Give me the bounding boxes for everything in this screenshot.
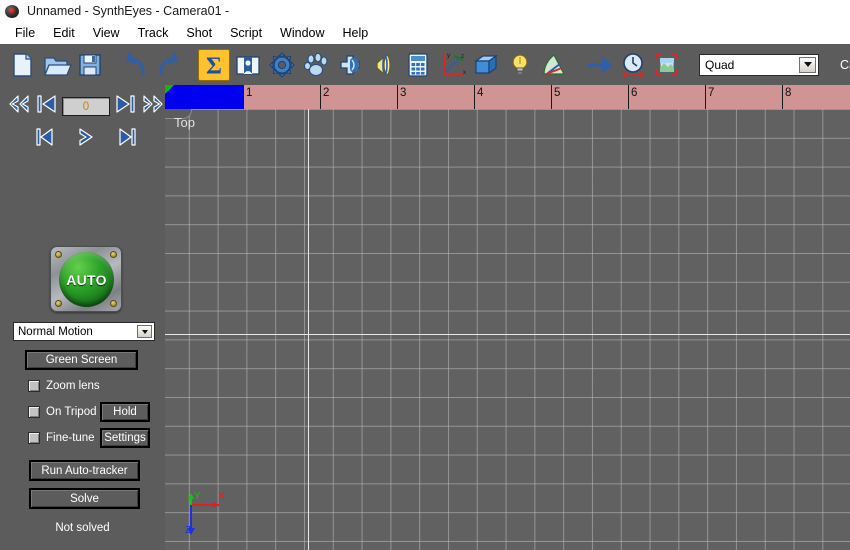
title-bar: Unnamed - SynthEyes - Camera01 - [0,0,850,22]
move-arrow-icon[interactable] [583,49,615,81]
jump-to-start-button[interactable] [6,93,32,120]
previous-keyframe-button[interactable] [35,93,59,120]
menu-item-edit[interactable]: Edit [44,24,84,42]
svg-text:Y: Y [194,491,201,502]
zoom-lens-label: Zoom lens [46,380,100,392]
timeline-tick-label: 3 [400,87,407,99]
hold-button[interactable]: Hold [100,402,150,422]
menu-item-window[interactable]: Window [271,24,333,42]
screw-icon [55,251,62,258]
menu-bar: File Edit View Track Shot Script Window … [0,22,850,44]
checkbox-box[interactable] [28,432,40,444]
frame-number-input[interactable]: 0 [62,97,110,116]
lens-distortion-icon[interactable] [368,49,400,81]
gear-settings-icon[interactable] [266,49,298,81]
svg-text:x: x [463,70,466,76]
checkbox-box[interactable] [28,380,40,392]
chevron-down-icon[interactable] [799,56,816,73]
menu-item-script[interactable]: Script [221,24,271,42]
feature-window-icon[interactable] [232,49,264,81]
menu-item-file[interactable]: File [6,24,44,42]
viewport-top[interactable]: Top X Y Z [165,109,850,550]
timeline-tick-label: 7 [708,87,715,99]
window-title: Unnamed - SynthEyes - Camera01 - [27,4,230,18]
chevron-down-icon[interactable] [137,325,152,338]
timeline-tick-label: 6 [631,87,638,99]
summary-sigma-icon[interactable]: Σ [198,48,230,81]
layout-select-value: Quad [705,57,735,72]
svg-text:Z: Z [185,525,191,536]
motion-select[interactable]: Normal Motion [13,322,155,341]
timeline-ruler[interactable]: 1 2 3 4 5 6 7 8 [165,85,850,109]
previous-frame-button[interactable] [34,126,58,153]
camera-lens-icon [5,4,20,19]
next-keyframe-button[interactable] [113,93,137,120]
camera-label: Camera01 [840,57,850,72]
layout-select[interactable]: Quad [699,53,819,76]
save-file-icon[interactable] [74,49,106,81]
timeline-selection-range[interactable] [165,85,243,109]
axis-gizmo: X Y Z [175,483,231,544]
timing-clock-icon[interactable] [617,49,649,81]
transport-controls-row-1: 0 [0,93,165,120]
motion-select-value: Normal Motion [18,325,93,338]
fine-tune-label: Fine-tune [46,432,95,444]
solve-status-text: Not solved [55,522,110,534]
run-autotracker-button[interactable]: Run Auto-tracker [29,460,140,481]
main-toolbar: Σ y z x Quad C [0,44,850,85]
timeline-tick-label: 1 [246,87,253,99]
menu-item-view[interactable]: View [84,24,129,42]
settings-button[interactable]: Settings [100,428,150,448]
viewport-axis-horizontal [165,334,850,335]
zoom-lens-checkbox[interactable]: Zoom lens [22,380,100,392]
svg-text:y: y [447,53,450,59]
timeline-tick-label: 5 [554,87,561,99]
auto-button-label: AUTO [66,271,107,288]
viewport-grid [165,109,850,550]
perspective-window-icon[interactable] [334,49,366,81]
frame-number-value: 0 [82,100,90,113]
on-tripod-label: On Tripod [46,406,97,418]
screw-icon [55,300,62,307]
on-tripod-checkbox[interactable]: On Tripod [22,406,97,418]
svg-text:z: z [461,54,464,60]
undo-icon[interactable] [119,49,151,81]
menu-item-track[interactable]: Track [129,24,178,42]
new-file-icon[interactable] [6,49,38,81]
3d-cube-icon[interactable] [470,49,502,81]
timeline-tick-label: 4 [477,87,484,99]
fine-tune-checkbox[interactable]: Fine-tune [22,432,95,444]
auto-button[interactable]: AUTO [50,246,122,312]
next-frame-button[interactable] [114,126,138,153]
transport-controls-row-2 [0,126,165,153]
spreadsheet-icon[interactable] [402,49,434,81]
checkbox-box[interactable] [28,406,40,418]
timeline-tick-label: 8 [785,87,792,99]
tracker-paws-icon[interactable] [300,49,332,81]
lighting-icon[interactable] [504,49,536,81]
menu-item-help[interactable]: Help [334,24,378,42]
image-prep-icon[interactable] [538,49,570,81]
auto-button-knob[interactable]: AUTO [59,252,114,307]
syntheyes-window: Unnamed - SynthEyes - Camera01 - File Ed… [0,0,850,550]
timeline-tick-label: 2 [323,87,330,99]
redo-icon[interactable] [153,49,185,81]
green-screen-button[interactable]: Green Screen [25,350,138,370]
viewport-label: Top [174,115,195,130]
open-file-icon[interactable] [40,49,72,81]
play-button[interactable] [74,126,98,153]
left-control-panel: 0 AUTO Normal Motion Green Screen Zoom l… [0,85,165,550]
jump-to-end-button[interactable] [140,93,166,120]
timeline-playhead[interactable] [165,85,174,94]
image-prep-frame-icon[interactable] [651,49,683,81]
viewport-axis-vertical [308,109,309,550]
menu-item-shot[interactable]: Shot [177,24,221,42]
svg-text:Σ: Σ [206,52,222,79]
solve-button[interactable]: Solve [29,488,140,509]
coordinate-axes-icon[interactable]: y z x [436,49,468,81]
svg-text:X: X [218,491,225,502]
screw-icon [110,300,117,307]
screw-icon [110,251,117,258]
